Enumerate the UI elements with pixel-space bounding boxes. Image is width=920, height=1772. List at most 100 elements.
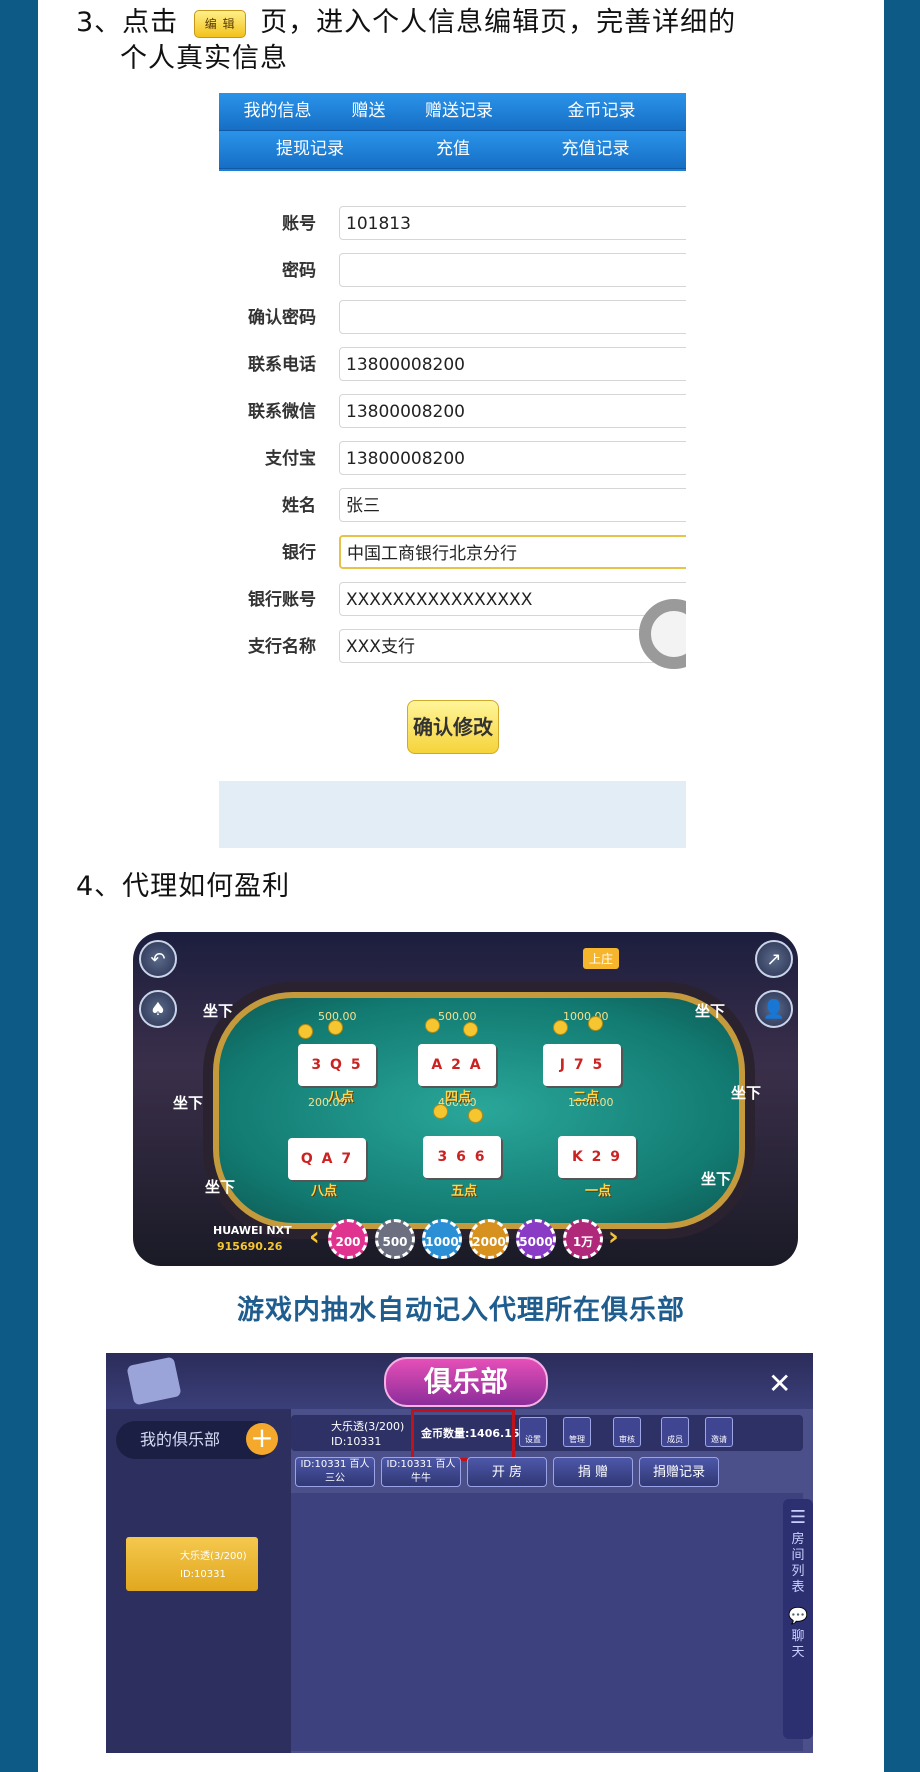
close-icon[interactable]: ✕ xyxy=(768,1367,791,1400)
invite-button[interactable]: 邀请 xyxy=(705,1417,733,1447)
room-list-area xyxy=(291,1493,803,1751)
password-input[interactable] xyxy=(339,253,686,287)
chip-button[interactable]: 200 xyxy=(328,1219,368,1259)
name-input[interactable]: 张三 xyxy=(339,488,686,522)
field-name: 姓名 张三 xyxy=(219,486,686,526)
tab-gift[interactable]: 赠送 xyxy=(336,93,402,131)
alipay-input[interactable]: 13800008200 xyxy=(339,441,686,475)
hand-result: 二点 xyxy=(573,1090,600,1105)
field-label: 姓名 xyxy=(282,496,316,516)
chip-button[interactable]: 500 xyxy=(375,1219,415,1259)
card-hand: Q A 7 xyxy=(288,1138,366,1180)
seat-label: 坐下 xyxy=(701,1170,732,1188)
card-hand: 3 6 6 xyxy=(423,1136,501,1178)
plus-icon[interactable]: + xyxy=(246,1423,278,1455)
player-coins: 915690.26 xyxy=(217,1240,283,1253)
field-label: 确认密码 xyxy=(248,308,316,328)
bank-input[interactable]: 中国工商银行北京分行 xyxy=(339,535,686,569)
club-screenshot: 俱乐部 ✕ 我的俱乐部 + 大乐透(3/200) ID:10331 大乐透(3/… xyxy=(106,1353,813,1753)
open-room-button[interactable]: 开 房 xyxy=(467,1457,547,1487)
hand-result: 四点 xyxy=(445,1090,472,1105)
highlight-box xyxy=(411,1409,515,1461)
field-label: 联系电话 xyxy=(248,355,316,375)
confirm-password-input[interactable] xyxy=(339,300,686,334)
hand-result: 八点 xyxy=(328,1090,355,1105)
caption: 游戏内抽水自动记入代理所在俱乐部 xyxy=(237,1295,685,1326)
club-info-name: 大乐透(3/200) xyxy=(331,1420,405,1433)
settings-button[interactable]: 设置 xyxy=(519,1417,547,1447)
spade-menu-icon: ♠ xyxy=(139,990,177,1028)
card-hand: J 7 5 xyxy=(543,1044,621,1086)
donate-records-button[interactable]: 捐赠记录 xyxy=(639,1457,719,1487)
coin-icon xyxy=(553,1020,568,1035)
coin-icon xyxy=(468,1108,483,1123)
seat-label: 坐下 xyxy=(173,1094,204,1112)
seat-label: 坐下 xyxy=(203,1002,234,1020)
coin-icon xyxy=(298,1024,313,1039)
branch-input[interactable]: XXX支行 xyxy=(339,629,686,663)
coin-icon xyxy=(588,1016,603,1031)
manage-button[interactable]: 管理 xyxy=(563,1417,591,1447)
field-label: 支行名称 xyxy=(248,637,316,657)
field-account: 账号 101813 xyxy=(219,204,686,244)
tab-recharge-records[interactable]: 充值记录 xyxy=(505,131,686,169)
hand-result: 一点 xyxy=(585,1184,612,1199)
field-bank-account: 银行账号 XXXXXXXXXXXXXXXX xyxy=(219,580,686,620)
tab-recharge[interactable]: 充值 xyxy=(401,131,506,169)
tab-withdraw-records[interactable]: 提现记录 xyxy=(219,131,402,169)
members-button[interactable]: 成员 xyxy=(661,1417,689,1447)
game-san-gong-button[interactable]: ID:10331 百人三公 xyxy=(295,1457,375,1487)
phone-input[interactable]: 13800008200 xyxy=(339,347,686,381)
account-input[interactable]: 101813 xyxy=(339,206,686,240)
chip-button[interactable]: 1000 xyxy=(422,1219,462,1259)
tab-bar: 我的信息 赠送 赠送记录 金币记录 提现记录 充值 充值记录 xyxy=(219,93,686,171)
chat-icon[interactable]: 💬 xyxy=(783,1606,813,1625)
chevron-left-icon[interactable]: ‹ xyxy=(309,1222,320,1252)
field-label: 银行账号 xyxy=(248,590,316,610)
chip-button[interactable]: 5000 xyxy=(516,1219,556,1259)
form-footer xyxy=(219,781,686,848)
field-password: 密码 xyxy=(219,251,686,291)
banker-badge: 上庄 xyxy=(583,948,620,969)
field-branch: 支行名称 XXX支行 xyxy=(219,627,686,667)
donate-button[interactable]: 捐 赠 xyxy=(553,1457,633,1487)
step3-prefix: 3、点击 xyxy=(76,7,179,38)
club-title: 俱乐部 xyxy=(384,1357,548,1407)
club-card-id: ID:10331 xyxy=(180,1569,226,1580)
confirm-edit-button[interactable]: 确认修改 xyxy=(407,700,499,754)
list-icon[interactable]: ☰ xyxy=(783,1507,813,1528)
coin-icon xyxy=(328,1020,343,1035)
chat-tab[interactable]: 聊天 xyxy=(791,1629,805,1661)
field-label: 账号 xyxy=(282,214,316,234)
game-niu-niu-button[interactable]: ID:10331 百人牛牛 xyxy=(381,1457,461,1487)
coin-icon xyxy=(425,1018,440,1033)
hand-result: 八点 xyxy=(311,1184,338,1199)
card-hand: 3 Q 5 xyxy=(298,1044,376,1086)
document-page: 3、点击编 辑页，进入个人信息编辑页，完善详细的 个人真实信息 我的信息 赠送 … xyxy=(38,0,884,1772)
tab-my-info[interactable]: 我的信息 xyxy=(219,93,337,131)
game-table-screenshot: ↶ ♠ ↗ 👤 上庄 坐下 坐下 坐下 坐下 坐下 坐下 500.00 500.… xyxy=(133,932,798,1266)
club-main: 大乐透(3/200) ID:10331 金币数量:1406.15 设置 管理 审… xyxy=(291,1409,813,1753)
field-confirm-password: 确认密码 xyxy=(219,298,686,338)
club-card-name: 大乐透(3/200) xyxy=(180,1551,247,1562)
field-label: 支付宝 xyxy=(265,449,316,469)
my-club-button[interactable]: 我的俱乐部 + xyxy=(116,1421,278,1459)
room-list-tab[interactable]: 房间列表 xyxy=(791,1532,805,1596)
field-wechat: 联系微信 13800008200 xyxy=(219,392,686,432)
tab-coin-records[interactable]: 金币记录 xyxy=(517,93,686,131)
step4-title: 4、代理如何盈利 xyxy=(76,871,291,902)
seat-label: 坐下 xyxy=(731,1084,762,1102)
tab-gift-records[interactable]: 赠送记录 xyxy=(401,93,518,131)
chip-button[interactable]: 2000 xyxy=(469,1219,509,1259)
wechat-input[interactable]: 13800008200 xyxy=(339,394,686,428)
coin-icon xyxy=(433,1104,448,1119)
chip-button[interactable]: 1万 xyxy=(563,1219,603,1259)
review-button[interactable]: 审核 xyxy=(613,1417,641,1447)
bank-account-input[interactable]: XXXXXXXXXXXXXXXX xyxy=(339,582,686,616)
card-hand: K 2 9 xyxy=(558,1136,636,1178)
seat-label: 坐下 xyxy=(695,1002,726,1020)
club-card[interactable]: 大乐透(3/200) ID:10331 xyxy=(126,1537,258,1591)
chevron-right-icon[interactable]: › xyxy=(608,1222,619,1252)
player-name: HUAWEI NXT xyxy=(213,1224,292,1237)
field-label: 银行 xyxy=(282,543,316,563)
